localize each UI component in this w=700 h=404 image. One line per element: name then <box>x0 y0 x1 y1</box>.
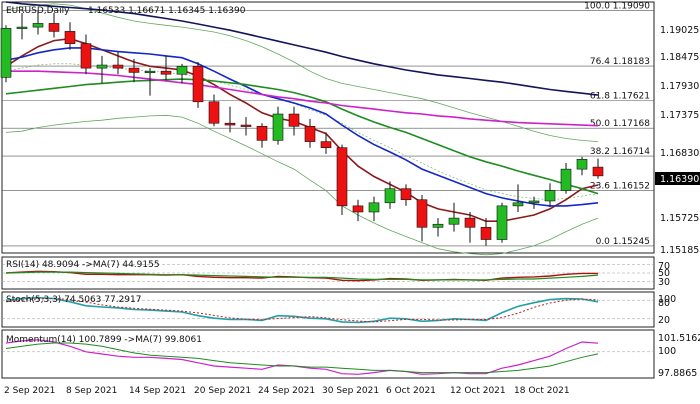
date-axis-label: 12 Oct 2021 <box>450 386 506 396</box>
eurusd-chart-window: 100.0 1.19090 76.4 1.18183 61.8 1.17621 50.… <box>0 0 700 400</box>
price-scale: 1.19025 1.18475 1.17930 1.17375 1.16830 … <box>655 25 700 256</box>
date-axis-label: 14 Sep 2021 <box>129 386 186 396</box>
candle-body <box>112 64 124 69</box>
candle-body <box>320 141 332 149</box>
candle-body <box>336 147 348 207</box>
fib-level-label: 23.6 1.16152 <box>590 181 650 191</box>
candle-body <box>448 217 460 225</box>
price-scale-label: 1.15185 <box>660 245 699 256</box>
candle-body <box>432 223 444 228</box>
candle-body <box>0 28 12 78</box>
fib-level-label: 76.4 1.18183 <box>590 57 650 67</box>
chart-symbol-label: EURUSD,Daily <box>6 6 70 16</box>
candle-body <box>224 122 236 126</box>
candle-body <box>96 64 108 69</box>
price-scale-label: 1.16830 <box>660 148 699 159</box>
candle-body <box>384 188 396 204</box>
fib-level-label: 38.2 1.16714 <box>590 147 650 157</box>
candle-body <box>560 168 572 191</box>
stoch-scale-label: 20 <box>658 315 670 326</box>
candle-body <box>512 202 524 207</box>
candle-body <box>64 31 76 44</box>
candle-body <box>352 205 364 213</box>
candle-body <box>256 125 268 141</box>
current-price-label: 1.16390 <box>660 174 699 185</box>
price-scale-label: 1.15725 <box>660 213 699 224</box>
rsi-label: RSI(14) 48.9094 ->MA(7) 44.9155 <box>6 260 160 270</box>
date-axis-label: 8 Sep 2021 <box>66 386 117 396</box>
date-axis-label: 30 Sep 2021 <box>322 386 379 396</box>
chart-canvas: 100.0 1.19090 76.4 1.18183 61.8 1.17621 50.… <box>0 1 700 396</box>
candle-body <box>464 217 476 228</box>
momentum-scale-label: 97.8865 <box>658 368 697 379</box>
chart-ohlc-label: 1.16533 1.16671 1.16345 1.16390 <box>88 6 246 16</box>
candle-body <box>592 166 604 177</box>
candle-body <box>80 43 92 69</box>
candle-body <box>544 190 556 202</box>
momentum-scale-label: 101.5162 <box>658 333 700 344</box>
candle-body <box>128 67 140 73</box>
candle-body <box>272 113 284 141</box>
price-scale-label: 1.18475 <box>660 52 699 63</box>
candle-body <box>144 70 156 73</box>
candle-body <box>176 65 188 75</box>
candle-body <box>496 205 508 240</box>
fib-level-label: 61.8 1.17621 <box>590 92 650 102</box>
momentum-label: Momentum(14) 100.7899 ->MA(7) 99.8061 <box>6 335 202 345</box>
candle-body <box>368 202 380 213</box>
momentum-scale-label: 100 <box>658 346 676 357</box>
fib-level-label: 100.0 1.19090 <box>584 2 650 12</box>
date-axis-label: 20 Sep 2021 <box>194 386 251 396</box>
candle-body <box>480 226 492 240</box>
candle-body <box>416 199 428 228</box>
date-axis-label: 2 Sep 2021 <box>4 386 55 396</box>
candle-body <box>400 188 412 201</box>
date-axis-label: 18 Oct 2021 <box>514 386 570 396</box>
candle-body <box>304 125 316 142</box>
candle-body <box>576 159 588 170</box>
date-axis-label: 24 Sep 2021 <box>258 386 315 396</box>
candle-body <box>192 65 204 103</box>
candle-body <box>48 23 60 32</box>
candle-body <box>208 101 220 124</box>
candle-body <box>160 70 172 75</box>
main-panel[interactable] <box>1 1 655 254</box>
fib-level-label: 50.0 1.17168 <box>590 119 650 129</box>
stoch-label: Stoch(5,3,3) 74.5063 77.2917 <box>6 295 141 305</box>
candle-body <box>16 26 28 29</box>
candle-body <box>32 23 44 28</box>
price-scale-label: 1.17375 <box>660 110 699 121</box>
date-axis-label: 6 Oct 2021 <box>386 386 436 396</box>
candle-body <box>288 113 300 127</box>
price-scale-label: 1.17930 <box>660 81 699 92</box>
price-scale-label: 1.19025 <box>660 25 699 36</box>
candle-body <box>528 200 540 204</box>
candle-body <box>240 124 252 127</box>
fib-level-label: 0.0 1.15245 <box>596 237 650 247</box>
date-axis: 2 Sep 2021 8 Sep 2021 14 Sep 2021 20 Sep… <box>4 386 570 396</box>
rsi-scale-label: 30 <box>658 277 670 288</box>
stoch-scale-label: 80 <box>658 298 670 309</box>
